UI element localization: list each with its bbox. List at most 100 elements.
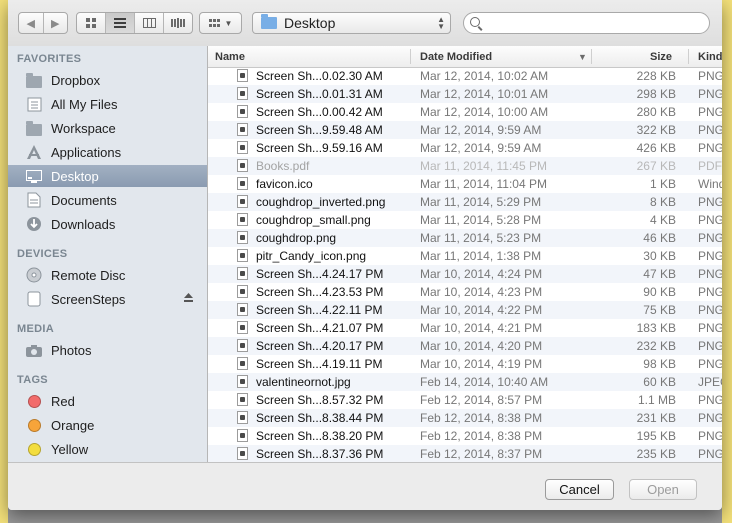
- file-size: 298 KB: [636, 87, 676, 101]
- sidebar-item-tag-orange[interactable]: Orange: [8, 414, 207, 436]
- location-label: Desktop: [284, 15, 336, 31]
- file-date-modified: Feb 14, 2014, 10:40 AM: [420, 375, 549, 389]
- column-view-button[interactable]: [135, 13, 164, 33]
- file-size: 322 KB: [636, 123, 676, 137]
- coverflow-view-icon: [171, 18, 185, 28]
- back-button[interactable]: ◀: [19, 13, 44, 33]
- arrange-grid-icon: [208, 18, 220, 27]
- file-name: Screen Sh...8.37.36 PM: [256, 447, 384, 461]
- file-row[interactable]: Screen Sh...4.22.11 PM Mar 10, 2014, 4:22…: [208, 301, 722, 319]
- file-row[interactable]: Screen Sh...0.00.42 AM Mar 12, 2014, 10:0…: [208, 103, 722, 121]
- sidebar-item-label: Downloads: [51, 216, 116, 232]
- file-size: 183 KB: [636, 321, 676, 335]
- file-kind: PNG: [698, 87, 722, 101]
- file-kind: PNG: [698, 123, 722, 137]
- file-row[interactable]: Screen Sh...4.21.07 PM Mar 10, 2014, 4:21…: [208, 319, 722, 337]
- file-row[interactable]: Screen Sh...4.20.17 PM Mar 10, 2014, 4:20…: [208, 337, 722, 355]
- file-row[interactable]: Screen Sh...4.24.17 PM Mar 10, 2014, 4:24…: [208, 265, 722, 283]
- sidebar-item-tag-red[interactable]: Red: [8, 390, 207, 412]
- file-row[interactable]: Screen Sh...8.38.44 PM Feb 12, 2014, 8:38…: [208, 409, 722, 427]
- file-kind: Wind: [698, 177, 722, 191]
- background-app-left: [0, 0, 8, 523]
- column-header-size[interactable]: Size: [650, 51, 672, 63]
- file-size: 235 KB: [636, 447, 676, 461]
- file-row[interactable]: favicon.ico Mar 11, 2014, 11:04 PM 1 KB Win…: [208, 175, 722, 193]
- file-size: 1 KB: [649, 177, 676, 191]
- file-list: Screen Sh...0.02.54 AMMar 12, 2014, 10:0…: [208, 46, 722, 462]
- column-header-date-modified[interactable]: Date Modified: [420, 51, 492, 63]
- file-date-modified: Mar 11, 2014, 5:23 PM: [420, 231, 542, 245]
- file-date-modified: Mar 10, 2014, 4:21 PM: [420, 321, 543, 335]
- sidebar-item-tag-yellow[interactable]: Yellow: [8, 438, 207, 460]
- file-thumbnail-icon: [237, 411, 248, 424]
- file-row[interactable]: Screen Sh...4.19.11 PM Mar 10, 2014, 4:19…: [208, 355, 722, 373]
- file-row[interactable]: valentineornot.jpg Feb 14, 2014, 10:40 AM…: [208, 373, 722, 391]
- file-thumbnail-icon: [237, 285, 248, 298]
- sidebar-item-remote-disc[interactable]: Remote Disc: [8, 264, 207, 286]
- icon-view-button[interactable]: [77, 13, 106, 33]
- file-thumbnail-icon: [237, 195, 248, 208]
- file-name: Screen Sh...0.01.31 AM: [256, 87, 383, 101]
- list-view-button[interactable]: [106, 13, 135, 33]
- file-row[interactable]: Screen Sh...9.59.48 AM Mar 12, 2014, 9:59…: [208, 121, 722, 139]
- column-header-name[interactable]: Name: [215, 51, 245, 63]
- file-name: Screen Sh...8.57.32 PM: [256, 393, 384, 407]
- file-row[interactable]: Screen Sh...8.38.20 PM Feb 12, 2014, 8:38…: [208, 427, 722, 445]
- sidebar-item-workspace[interactable]: Workspace: [8, 117, 207, 139]
- file-row[interactable]: coughdrop_inverted.png Mar 11, 2014, 5:29…: [208, 193, 722, 211]
- file-size: 426 KB: [636, 141, 676, 155]
- eject-icon[interactable]: [183, 291, 194, 306]
- file-row[interactable]: pitr_Candy_icon.png Mar 11, 2014, 1:38 PM…: [208, 247, 722, 265]
- sidebar-item-all-my-files[interactable]: All My Files: [8, 93, 207, 115]
- chevron-left-icon: ◀: [26, 17, 35, 30]
- forward-button[interactable]: ▶: [44, 13, 68, 33]
- file-kind: PNG: [698, 303, 722, 317]
- file-row[interactable]: Screen Sh...4.23.53 PM Mar 10, 2014, 4:23…: [208, 283, 722, 301]
- sidebar-item-label: ScreenSteps: [51, 291, 126, 307]
- cancel-button[interactable]: Cancel: [545, 479, 614, 500]
- sidebar-item-label: Desktop: [51, 168, 99, 184]
- sidebar-item-photos[interactable]: Photos: [8, 339, 207, 361]
- file-thumbnail-icon: [237, 69, 248, 82]
- column-header: Name Date Modified ▼ Size Kind: [208, 46, 722, 68]
- file-name: Books.pdf: [256, 159, 310, 173]
- file-name: valentineornot.jpg: [256, 375, 351, 389]
- file-row[interactable]: coughdrop.png Mar 11, 2014, 5:23 PM 46 KB P…: [208, 229, 722, 247]
- open-button[interactable]: Open: [629, 479, 697, 500]
- sort-descending-icon: ▼: [578, 52, 587, 62]
- chevron-down-icon: ▼: [224, 18, 233, 28]
- sidebar-item-label: Photos: [51, 342, 92, 358]
- history-nav: ◀ ▶: [18, 12, 68, 34]
- arrange-menu[interactable]: ▼: [200, 13, 241, 33]
- file-date-modified: Mar 11, 2014, 5:28 PM: [420, 213, 542, 227]
- arrange-button[interactable]: ▼: [199, 12, 242, 34]
- file-kind: PNG: [698, 357, 722, 371]
- file-row[interactable]: coughdrop_small.png Mar 11, 2014, 5:28 PM…: [208, 211, 722, 229]
- file-kind: PNG: [698, 69, 722, 83]
- desktop-icon: [26, 169, 42, 183]
- icon-view-icon: [85, 17, 96, 28]
- file-date-modified: Mar 12, 2014, 10:00 AM: [420, 105, 549, 119]
- sidebar-item-applications[interactable]: Applications: [8, 141, 207, 163]
- sidebar-item-desktop[interactable]: Desktop: [8, 165, 207, 187]
- file-thumbnail-icon: [237, 393, 248, 406]
- location-popup[interactable]: Desktop ▲ ▼: [252, 12, 451, 34]
- sidebar-item-documents[interactable]: Documents: [8, 189, 207, 211]
- sidebar-section-devices: DEVICES: [17, 248, 68, 260]
- background-app-right: [722, 0, 732, 523]
- sidebar-item-downloads[interactable]: Downloads: [8, 213, 207, 235]
- file-thumbnail-icon: [237, 105, 248, 118]
- file-date-modified: Mar 10, 2014, 4:19 PM: [420, 357, 543, 371]
- sidebar-item-dropbox[interactable]: Dropbox: [8, 69, 207, 91]
- file-row: Books.pdf Mar 11, 2014, 11:45 PM 267 KB PDF: [208, 157, 722, 175]
- file-size: 8 KB: [649, 195, 676, 209]
- file-row[interactable]: Screen Sh...8.37.36 PM Feb 12, 2014, 8:37…: [208, 445, 722, 462]
- sidebar-item-screensteps[interactable]: ScreenSteps: [8, 288, 207, 310]
- column-header-kind[interactable]: Kind: [698, 51, 722, 63]
- file-row[interactable]: Screen Sh...8.57.32 PM Feb 12, 2014, 8:57…: [208, 391, 722, 409]
- file-row[interactable]: Screen Sh...9.59.16 AM Mar 12, 2014, 9:59…: [208, 139, 722, 157]
- file-row[interactable]: Screen Sh...0.02.30 AM Mar 12, 2014, 10:0…: [208, 67, 722, 85]
- search-field[interactable]: [463, 12, 710, 34]
- file-row[interactable]: Screen Sh...0.01.31 AM Mar 12, 2014, 10:0…: [208, 85, 722, 103]
- coverflow-view-button[interactable]: [164, 13, 192, 33]
